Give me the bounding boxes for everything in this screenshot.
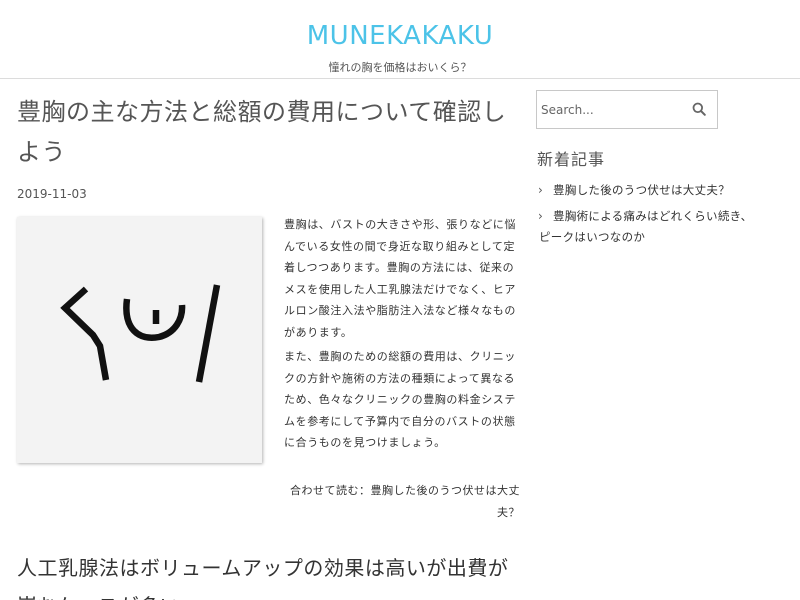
post-title: 豊胸の主な方法と総額の費用について確認しよう [17,98,507,166]
post-paragraph-2: また、豊胸のための総額の費用は、クリニックの方針や施術の方法の種類によって異なる… [284,350,516,449]
post-thumbnail [17,217,262,463]
recent-posts-list: › 豊胸した後のうつ伏せは大丈夫？ › 豊胸術による痛みはどれくらい続き、 ピー… [537,180,787,253]
recent-post-link[interactable]: 豊胸術による痛みはどれくらい続き、 [553,209,752,223]
chevron-right-icon: › [538,209,544,223]
related-article-link[interactable]: 合わせて読む：豊胸した後のうつ伏せは大丈夫？ [284,480,520,523]
post-paragraph-1: 豊胸は、バストの大きさや形、張りなどに悩んでいる女性の間で身近な取り組みとして定… [284,218,516,339]
section-heading: 人工乳腺法はボリュームアップの効果は高いが出費が嵩むケースが多い [17,556,509,600]
recent-post-item[interactable]: › 豊胸術による痛みはどれくらい続き、 ピークはいつなのか [537,206,787,248]
recent-post-link[interactable]: 豊胸した後のうつ伏せは大丈夫？ [553,183,730,197]
search-button[interactable] [687,99,711,121]
recent-post-link-continued[interactable]: ピークはいつなのか [539,227,787,248]
site-tagline: 憧れの胸を価格はおいくら？ [328,61,472,74]
chevron-right-icon: › [538,183,544,197]
site-title[interactable]: MUNEKAKAKU [0,20,800,52]
site-header: MUNEKAKAKU 憧れの胸を価格はおいくら？ [0,0,800,79]
search-form [536,90,718,129]
search-input[interactable] [541,99,681,121]
search-icon [692,102,706,116]
post-date: 2019-11-03 [17,187,87,201]
post-body: 豊胸は、バストの大きさや形、張りなどに悩んでいる女性の間で身近な取り組みとして定… [284,214,520,457]
recent-posts-title: 新着記事 [537,150,606,169]
bust-logo-icon [60,284,221,383]
recent-post-item[interactable]: › 豊胸した後のうつ伏せは大丈夫？ [537,180,787,201]
